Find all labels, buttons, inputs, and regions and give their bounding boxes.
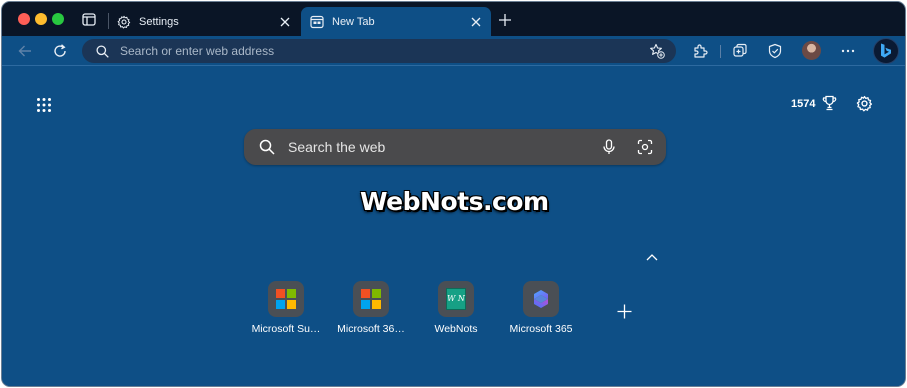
collections-icon[interactable] (732, 43, 748, 59)
maximize-window-button[interactable] (52, 13, 64, 25)
search-placeholder: Search the web (288, 139, 386, 155)
bing-icon (881, 43, 891, 58)
rewards-points[interactable]: 1574 (791, 98, 815, 110)
rewards-trophy-icon[interactable] (822, 95, 837, 111)
toolbar: Search or enter web address (2, 36, 905, 66)
microsoft-logo-icon (361, 289, 381, 309)
quick-link-icon-box (268, 281, 304, 317)
tab-new-tab[interactable]: New Tab (301, 7, 491, 36)
quick-link-icon-box (353, 281, 389, 317)
quick-link-label: Microsoft Su… (251, 323, 321, 335)
quick-link-tile[interactable]: W N WebNots (411, 281, 501, 335)
quick-link-tile[interactable]: Microsoft 365 (496, 281, 586, 335)
toolbar-divider (720, 45, 721, 58)
quick-link-label: Microsoft 36… (337, 323, 405, 335)
tab-title: New Tab (332, 15, 375, 28)
quick-link-icon-box: W N (438, 281, 474, 317)
plus-icon[interactable] (499, 14, 511, 26)
app-launcher-icon[interactable] (36, 97, 52, 113)
chevron-up-icon[interactable] (645, 252, 659, 262)
quick-link-tile[interactable]: Microsoft 36… (326, 281, 416, 335)
close-window-button[interactable] (18, 13, 30, 25)
extensions-icon[interactable] (692, 43, 708, 59)
page-settings-gear-icon[interactable] (856, 95, 873, 112)
webnots-watermark: WebNots.com (360, 187, 549, 216)
back-arrow-icon[interactable] (17, 43, 33, 59)
gear-icon (117, 15, 131, 29)
close-icon[interactable] (471, 17, 481, 27)
quick-link-label: WebNots (434, 323, 478, 335)
minimize-window-button[interactable] (35, 13, 47, 25)
add-favorite-icon[interactable] (649, 43, 665, 59)
search-icon (259, 139, 275, 155)
webnots-logo-icon: W N (446, 288, 466, 310)
web-search-box[interactable]: Search the web (244, 129, 666, 165)
tab-actions-icon[interactable] (82, 13, 96, 26)
address-bar[interactable]: Search or enter web address (82, 39, 676, 63)
tab-title: Settings (139, 15, 179, 28)
search-icon (96, 44, 109, 58)
microsoft-365-icon (534, 290, 548, 308)
new-tab-page-icon (310, 15, 324, 28)
visual-search-icon[interactable] (637, 139, 653, 155)
refresh-icon[interactable] (52, 43, 68, 59)
browser-essentials-icon[interactable] (767, 43, 783, 59)
profile-avatar[interactable] (802, 41, 821, 60)
new-tab-page: 1574 Search the web WebNots.com Microsof… (2, 67, 905, 386)
quick-link-tile[interactable]: Microsoft Su… (241, 281, 331, 335)
microphone-icon[interactable] (602, 139, 616, 155)
microsoft-logo-icon (276, 289, 296, 309)
quick-link-icon-box (523, 281, 559, 317)
bing-copilot-button[interactable] (873, 38, 899, 64)
tab-bar: Settings New Tab (2, 2, 905, 36)
address-placeholder: Search or enter web address (120, 44, 275, 58)
close-icon[interactable] (280, 17, 290, 27)
more-options-icon[interactable] (840, 43, 856, 59)
quick-link-label: Microsoft 365 (509, 323, 573, 335)
browser-window: Settings New Tab Search or enter web add… (1, 1, 906, 387)
add-quick-link-icon[interactable] (617, 304, 632, 319)
tab-settings[interactable]: Settings (108, 7, 300, 36)
